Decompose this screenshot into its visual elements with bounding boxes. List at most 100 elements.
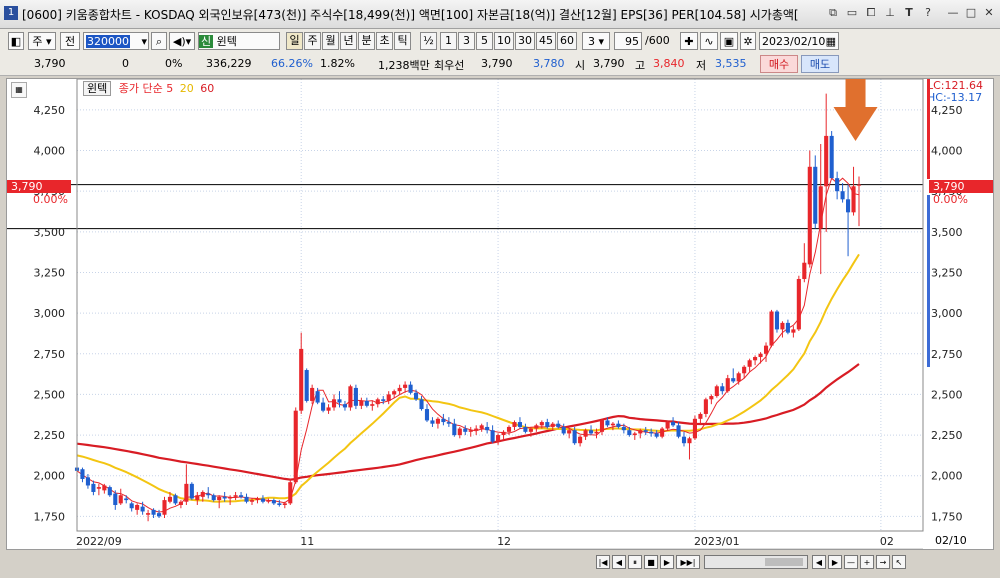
candlestick-chart[interactable]: 4,2504,2504,0004,0003,7503,7503,5003,500… [7, 78, 993, 550]
pin-icon[interactable]: ⊥ [883, 6, 897, 20]
sell-button[interactable]: 매도 [801, 55, 839, 73]
maximize-icon[interactable]: □ [964, 6, 978, 20]
candle-body [567, 430, 572, 434]
down-arrow-icon [833, 79, 878, 141]
candle-body [342, 404, 348, 408]
y-tick-label: 2,250 [34, 429, 66, 442]
zoom-scrollbar[interactable] [704, 555, 808, 569]
interval-1[interactable]: 1 [440, 32, 457, 50]
buy-button[interactable]: 매수 [760, 55, 798, 73]
period-weekly-select[interactable]: 주 ▾ [28, 32, 56, 50]
change-percent: 0% [165, 57, 183, 70]
close-icon[interactable]: ✕ [982, 6, 996, 20]
tab-minute[interactable]: 분 [358, 32, 375, 50]
y-tick-label: 3,500 [34, 226, 66, 239]
hc-label: HC:-13.17 [927, 91, 983, 104]
tab-tick[interactable]: 틱 [394, 32, 411, 50]
zoom-left-icon[interactable]: ◀ [812, 555, 826, 569]
pause-icon[interactable]: ⏸ [628, 555, 642, 569]
candle-body [671, 422, 676, 426]
save-icon[interactable]: ▣ [720, 32, 738, 50]
y-tick-label-right: 3,500 [931, 226, 963, 239]
minimize-all-icon[interactable]: ▭ [845, 6, 859, 20]
stop-icon[interactable]: ■ [644, 555, 658, 569]
candle-body [501, 431, 506, 436]
chart-menu-icon[interactable]: ◧ [8, 32, 24, 50]
tab-yearly[interactable]: 년 [340, 32, 357, 50]
candle-body [239, 495, 244, 497]
tab-weekly[interactable]: 주 [304, 32, 321, 50]
scroll-last-icon[interactable]: ▶▶| [676, 555, 700, 569]
calendar-icon[interactable]: ▦ [826, 33, 836, 51]
interval-5[interactable]: 5 [476, 32, 493, 50]
tab-monthly[interactable]: 월 [322, 32, 339, 50]
interval-select[interactable]: 3 ▾ [582, 32, 610, 50]
navigation-bar: |◀ ◀ ⏸ ■ ▶ ▶▶| ◀ ▶ — + → ↖ [0, 552, 1000, 578]
tab-daily[interactable]: 일 [286, 32, 303, 50]
title-bar: 1 [0600] 키움종합차트 - KOSDAQ 외국인보유[473(천)] 주… [0, 0, 1000, 29]
right-price-tag: 3,790 [929, 180, 993, 193]
count-total: /600 [645, 34, 670, 47]
x-tick-label: 12 [497, 535, 511, 548]
zoom-in-icon[interactable]: + [860, 555, 874, 569]
candle-body [413, 392, 419, 400]
text-icon[interactable]: T [902, 6, 916, 20]
candle-body [561, 426, 566, 434]
scroll-prev-icon[interactable]: ◀ [612, 555, 626, 569]
speaker-icon[interactable]: ◀)▾ [169, 32, 195, 50]
chart-panel[interactable]: 4,2504,2504,0004,0003,7503,7503,5003,500… [6, 78, 994, 550]
candle-body [310, 387, 315, 401]
current-price: 3,790 [34, 57, 66, 70]
interval-3[interactable]: 3 [458, 32, 475, 50]
candle-body [91, 483, 96, 492]
candle-body [496, 435, 501, 442]
legend-stock[interactable]: 윈텍 [83, 81, 112, 96]
date-input[interactable]: 2023/02/10 ▦ [759, 32, 839, 50]
chart-settings-icon[interactable]: ▦ [11, 82, 27, 98]
stock-code-input[interactable]: 320000 ▾ [83, 32, 149, 50]
interval-30[interactable]: 30 [515, 32, 535, 50]
candle-body [665, 422, 670, 429]
y-tick-label-right: 2,500 [931, 388, 963, 401]
minimize-icon[interactable]: — [946, 6, 960, 20]
candle-body [441, 418, 446, 423]
candle-body [572, 430, 577, 444]
candle-body [217, 496, 222, 501]
restore-icon[interactable]: ⧠ [864, 6, 878, 20]
tab-second[interactable]: 초 [376, 32, 393, 50]
stock-name-field[interactable]: 신 윈텍 [198, 32, 280, 50]
zoom-right-icon[interactable]: ▶ [828, 555, 842, 569]
scroll-first-icon[interactable]: |◀ [596, 555, 610, 569]
zoom-out-icon[interactable]: — [844, 555, 858, 569]
candle-body [271, 500, 276, 504]
interval-45[interactable]: 45 [536, 32, 556, 50]
trend-tool-icon[interactable]: ∿ [700, 32, 718, 50]
search-icon[interactable]: ⌕ [151, 32, 167, 50]
link-icon[interactable]: ⧉ [826, 6, 840, 20]
chevron-down-icon[interactable]: ▾ [141, 33, 147, 51]
y-tick-label-right: 4,000 [931, 145, 963, 158]
high-label: 고 [635, 59, 646, 72]
low-price: 3,535 [715, 57, 747, 70]
fraction-button[interactable]: ½ [420, 32, 437, 50]
scroll-next-icon[interactable]: ▶ [660, 555, 674, 569]
count-input[interactable]: 95 [614, 32, 642, 50]
high-price: 3,840 [653, 57, 685, 70]
zoom-thumb[interactable] [765, 558, 803, 566]
help-icon[interactable]: ? [921, 6, 935, 20]
crosshair-icon[interactable]: ✚ [680, 32, 698, 50]
candle-body [643, 430, 648, 432]
change-value: 0 [122, 57, 129, 70]
pointer-icon[interactable]: ↖ [892, 555, 906, 569]
interval-60[interactable]: 60 [557, 32, 577, 50]
candle-body [424, 409, 430, 421]
gear-icon[interactable]: ✲ [740, 32, 756, 50]
interval-10[interactable]: 10 [494, 32, 514, 50]
candle-body [742, 366, 747, 374]
market-badge: 신 [199, 35, 214, 48]
candle-body [731, 378, 736, 382]
candle-body [293, 410, 298, 483]
arrow-icon[interactable]: → [876, 555, 890, 569]
scope-button[interactable]: 전 [60, 32, 80, 50]
best-bid-label: 최우선 [434, 59, 465, 72]
